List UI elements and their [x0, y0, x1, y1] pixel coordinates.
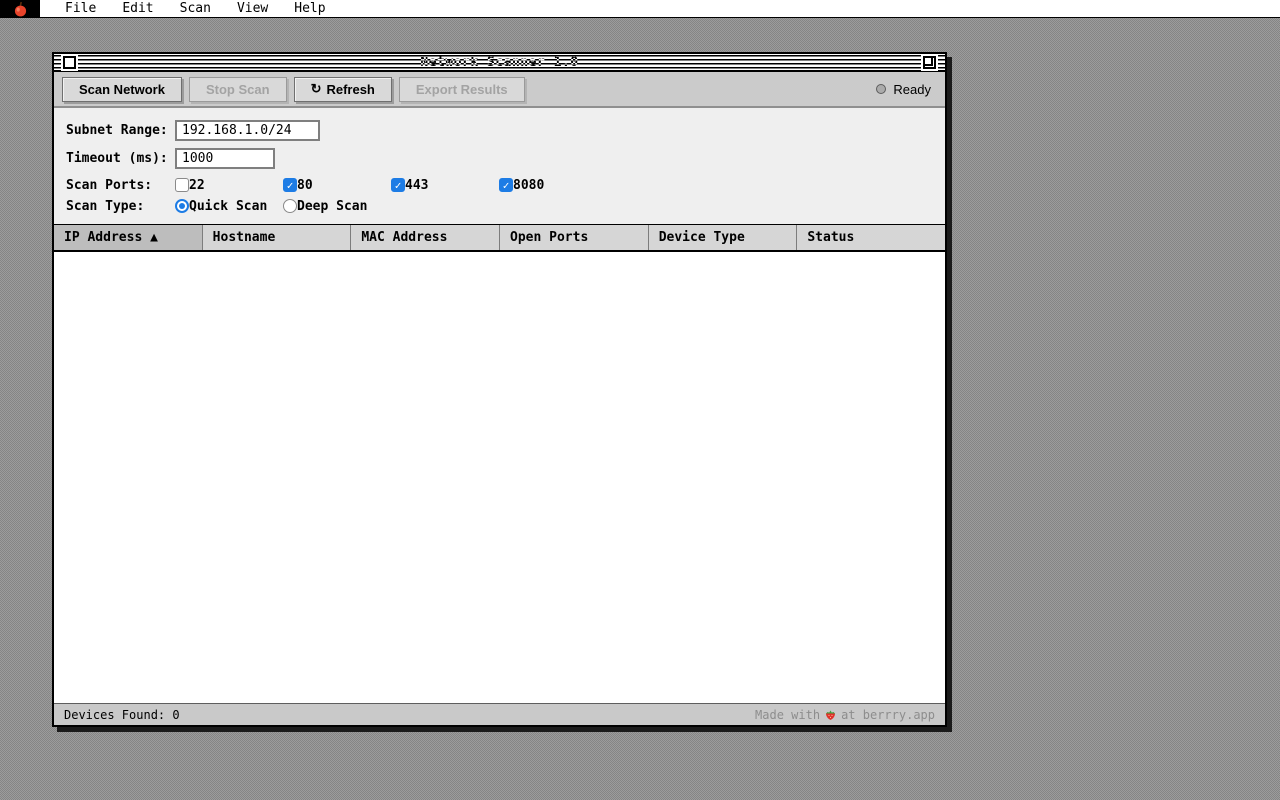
apple-menu[interactable] — [0, 0, 40, 18]
menu-items: FileEditScanViewHelp — [40, 0, 339, 17]
quick-scan-radio-label: Quick Scan — [189, 199, 267, 214]
results-table-header: IP Address ▲HostnameMAC AddressOpen Port… — [54, 224, 945, 252]
column-device-type[interactable]: Device Type — [649, 225, 798, 250]
column-mac-address[interactable]: MAC Address — [351, 225, 500, 250]
deep-scan-radio-label: Deep Scan — [297, 199, 367, 214]
deep-scan-radio[interactable] — [283, 199, 297, 213]
status-label: Ready — [893, 82, 931, 97]
column-status[interactable]: Status — [797, 225, 945, 250]
timeout-input[interactable] — [175, 148, 275, 169]
scan-ports-label: Scan Ports: — [66, 178, 175, 193]
timeout-label: Timeout (ms): — [66, 151, 175, 166]
devices-found-label: Devices Found: 0 — [64, 708, 180, 722]
port-8080-checkbox-label: 8080 — [513, 178, 544, 193]
port-443-checkbox[interactable]: ✓ — [391, 178, 405, 192]
stop-scan-button[interactable]: Stop Scan — [189, 77, 287, 102]
window-titlebar[interactable]: Network Scanner 1.0 — [54, 54, 945, 72]
status-bar: Devices Found: 0 Made with at berrry.app — [54, 703, 945, 725]
menu-scan[interactable]: Scan — [167, 0, 224, 17]
port-80-checkbox-label: 80 — [297, 178, 313, 193]
column-hostname[interactable]: Hostname — [203, 225, 352, 250]
credit-label: Made with at berrry.app — [755, 708, 935, 722]
status-dot-icon — [876, 84, 886, 94]
port-22-checkbox-label: 22 — [189, 178, 205, 193]
network-scanner-window: Network Scanner 1.0 Scan Network Stop Sca… — [52, 52, 947, 727]
toolbar: Scan Network Stop Scan ↻Refresh Export Resu… — [54, 72, 945, 108]
scan-type-label: Scan Type: — [66, 199, 175, 214]
port-checkbox-group: 22✓80✓443✓8080 — [175, 178, 607, 193]
column-open-ports[interactable]: Open Ports — [500, 225, 649, 250]
export-results-button[interactable]: Export Results — [399, 77, 525, 102]
menu-bar: FileEditScanViewHelp — [0, 0, 1280, 18]
menu-edit[interactable]: Edit — [109, 0, 166, 17]
refresh-button[interactable]: ↻Refresh — [294, 77, 392, 102]
menu-file[interactable]: File — [52, 0, 109, 17]
port-22-checkbox[interactable] — [175, 178, 189, 192]
menu-view[interactable]: View — [224, 0, 281, 17]
apple-logo-icon — [14, 2, 27, 17]
results-table-body — [54, 252, 945, 703]
status-indicator: Ready — [876, 82, 937, 97]
port-443-checkbox-label: 443 — [405, 178, 428, 193]
scan-type-radio-group: Quick Scan Deep Scan — [175, 199, 391, 214]
quick-scan-radio[interactable] — [175, 199, 189, 213]
port-8080-checkbox[interactable]: ✓ — [499, 178, 513, 192]
subnet-range-label: Subnet Range: — [66, 123, 175, 138]
toolbar-buttons: Scan Network Stop Scan ↻Refresh Export Resu… — [62, 77, 532, 102]
scan-settings-panel: Subnet Range: Timeout (ms): Scan Ports: … — [54, 108, 945, 224]
refresh-icon: ↻ — [311, 81, 322, 97]
subnet-range-input[interactable] — [175, 120, 320, 141]
scan-network-button[interactable]: Scan Network — [62, 77, 182, 102]
port-80-checkbox[interactable]: ✓ — [283, 178, 297, 192]
window-title: Network Scanner 1.0 — [54, 55, 945, 70]
zoom-box-icon[interactable] — [923, 56, 936, 69]
menu-help[interactable]: Help — [281, 0, 338, 17]
column-ip-address[interactable]: IP Address ▲ — [54, 225, 203, 250]
strawberry-icon — [825, 709, 836, 721]
